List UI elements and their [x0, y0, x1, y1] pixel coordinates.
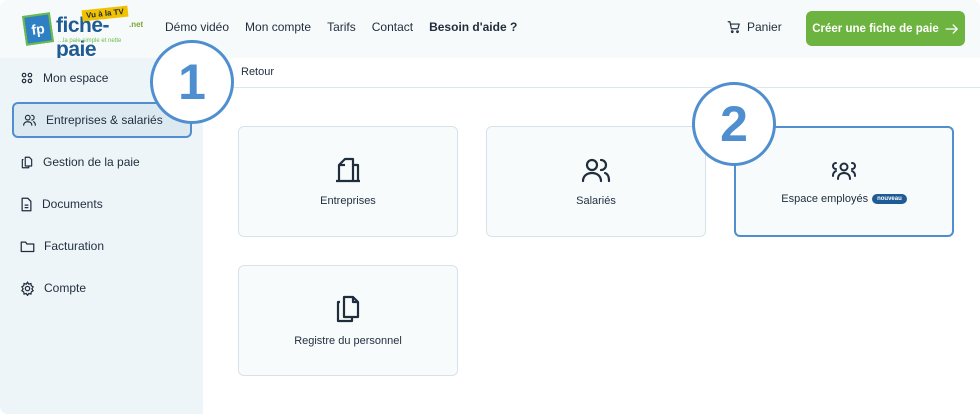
sidebar-item-compte[interactable]: Compte — [12, 270, 192, 306]
app-window: fp fiche-paie Vu à la TV .net ...la paie… — [0, 0, 980, 414]
logo[interactable]: fp fiche-paie Vu à la TV .net ...la paie… — [22, 5, 147, 61]
divider — [203, 87, 980, 88]
step-marker-2: 2 — [692, 82, 776, 166]
create-payslip-button[interactable]: Créer une fiche de paie — [806, 11, 965, 46]
back-link[interactable]: Retour — [241, 66, 274, 78]
users-icon — [581, 158, 611, 182]
card-label: Espace employés nouveau — [781, 193, 907, 205]
arrow-right-icon — [945, 23, 958, 34]
sidebar-item-label: Mon espace — [43, 71, 109, 85]
sidebar-item-label: Compte — [44, 281, 87, 295]
card-label-text: Registre du personnel — [294, 334, 402, 347]
gear-icon — [21, 280, 34, 296]
top-header: fp fiche-paie Vu à la TV .net ...la paie… — [0, 0, 980, 61]
new-badge: nouveau — [872, 193, 907, 204]
sidebar-item-label: Facturation — [44, 239, 105, 253]
nav-mon-compte[interactable]: Mon compte — [245, 20, 311, 34]
nav-tarifs[interactable]: Tarifs — [327, 20, 356, 34]
files-icon — [21, 156, 33, 168]
sidebar-item-facturation[interactable]: Facturation — [12, 228, 192, 264]
card-label-text: Salariés — [576, 194, 616, 207]
logo-tagline: ...la paie simple et nette — [58, 38, 122, 44]
building-icon — [336, 157, 360, 182]
sidebar-item-label: Documents — [42, 197, 103, 211]
nav-demo-video[interactable]: Démo vidéo — [165, 20, 229, 34]
main-content: Retour Entreprises Salariés Espace emplo… — [203, 58, 980, 414]
card-registre-personnel[interactable]: Registre du personnel — [238, 265, 458, 376]
logo-net: .net — [129, 20, 144, 29]
team-icon — [832, 161, 856, 180]
files-icon — [336, 295, 360, 322]
card-label: Entreprises — [320, 195, 376, 207]
sidebar-item-gestion-paie[interactable]: Gestion de la paie — [12, 144, 192, 180]
logo-badge: fp — [22, 12, 54, 46]
sidebar-item-documents[interactable]: Documents — [12, 186, 192, 222]
cart-icon — [727, 21, 740, 34]
card-label: Registre du personnel — [294, 335, 402, 347]
card-label-text: Espace employés — [781, 192, 869, 205]
card-label-text: Entreprises — [320, 194, 376, 207]
grid-icon — [21, 72, 33, 84]
card-salaries[interactable]: Salariés — [486, 126, 706, 237]
users-icon — [23, 114, 36, 126]
cart-label: Panier — [747, 20, 782, 34]
cta-label: Créer une fiche de paie — [812, 22, 939, 35]
folder-icon — [20, 241, 35, 252]
card-entreprises[interactable]: Entreprises — [238, 126, 458, 237]
sidebar-item-label: Entreprises & salariés — [46, 113, 163, 127]
main-nav: Démo vidéo Mon compte Tarifs Contact Bes… — [165, 20, 517, 34]
sidebar-item-label: Gestion de la paie — [43, 155, 140, 169]
document-icon — [21, 197, 32, 211]
card-label: Salariés — [576, 195, 616, 207]
nav-besoin-aide[interactable]: Besoin d'aide ? — [429, 20, 517, 34]
cart-link[interactable]: Panier — [727, 20, 782, 34]
nav-contact[interactable]: Contact — [372, 20, 413, 34]
step-marker-1: 1 — [150, 40, 234, 124]
